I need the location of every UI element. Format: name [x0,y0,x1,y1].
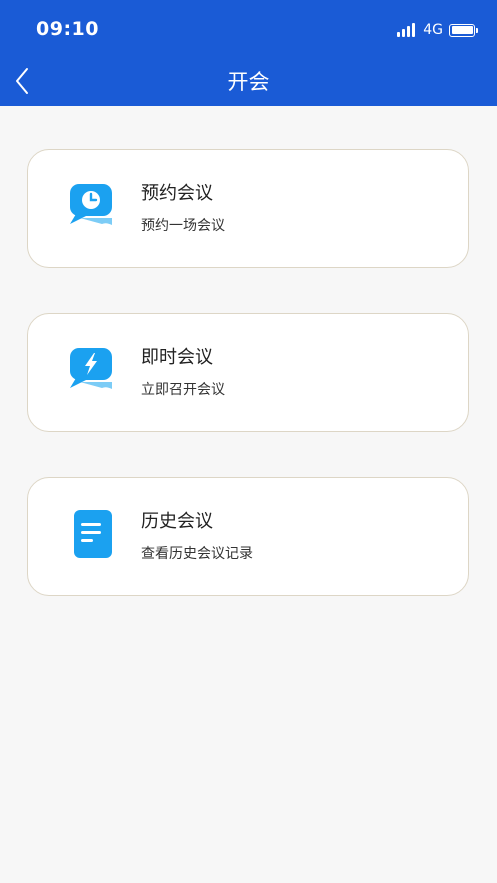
card-subtitle: 查看历史会议记录 [141,546,253,562]
network-type: 4G [423,22,443,38]
nav-bar: 开会 [0,58,497,106]
instant-meeting-card[interactable]: 即时会议 立即召开会议 [27,313,469,432]
clock-chat-icon [70,184,112,225]
card-title: 预约会议 [141,183,213,204]
card-subtitle: 立即召开会议 [141,382,225,398]
header: 09:10 4G 开会 [0,0,497,106]
status-indicators: 4G [397,20,478,40]
card-title: 即时会议 [141,347,213,368]
card-subtitle: 预约一场会议 [141,218,225,234]
card-title: 历史会议 [141,511,213,532]
status-bar: 09:10 4G [0,0,497,58]
status-time: 09:10 [36,18,99,40]
battery-icon [449,23,478,37]
signal-icon [397,23,417,37]
page-title: 开会 [227,70,270,94]
meeting-history-card[interactable]: 历史会议 查看历史会议记录 [27,477,469,596]
schedule-meeting-card[interactable]: 预约会议 预约一场会议 [27,149,469,268]
lightning-chat-icon [70,348,112,389]
document-icon [74,510,112,558]
